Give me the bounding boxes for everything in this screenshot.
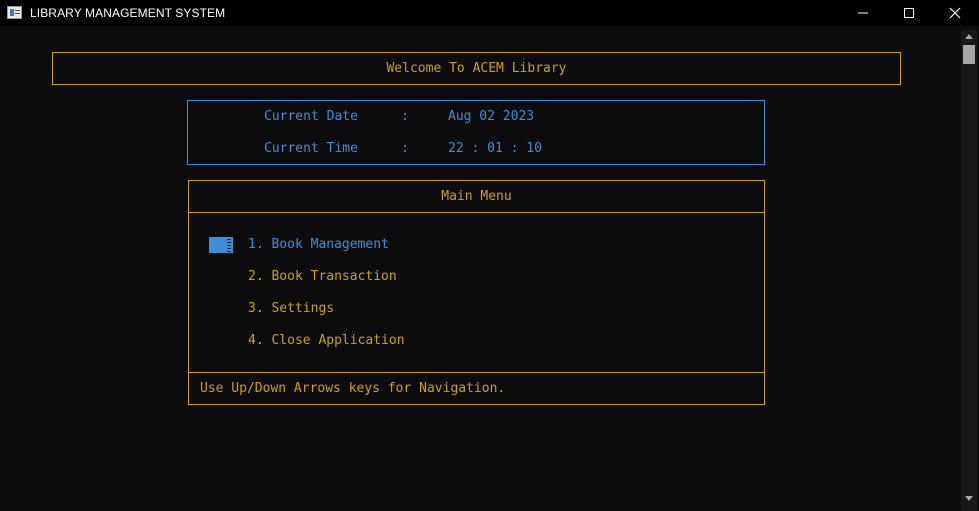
close-icon	[949, 7, 961, 19]
selection-cursor	[209, 237, 233, 253]
menu-item-close-application[interactable]: 4. Close Application	[248, 333, 405, 349]
scroll-up-arrow-icon[interactable]	[961, 30, 977, 44]
maximize-button[interactable]	[886, 0, 932, 26]
date-label: Current Date	[264, 109, 358, 124]
console-app-icon[interactable]	[7, 6, 22, 19]
close-button[interactable]	[932, 0, 978, 26]
maximize-icon	[904, 8, 914, 18]
vertical-scrollbar[interactable]	[961, 30, 977, 511]
time-separator: :	[401, 141, 409, 156]
welcome-banner: Welcome To ACEM Library	[52, 52, 901, 85]
menu-item-settings[interactable]: 3. Settings	[248, 301, 334, 317]
menu-header-divider	[189, 212, 764, 213]
datetime-panel: Current Date : Aug 02 2023 Current Time …	[187, 100, 765, 165]
minimize-icon	[858, 12, 868, 14]
main-menu-panel: Main Menu 1. Book Management 2. Book Tra…	[188, 180, 765, 405]
time-label: Current Time	[264, 141, 358, 156]
menu-title: Main Menu	[441, 189, 512, 204]
scroll-thumb[interactable]	[963, 45, 975, 64]
menu-item-book-transaction[interactable]: 2. Book Transaction	[248, 269, 397, 285]
welcome-text: Welcome To ACEM Library	[386, 61, 567, 76]
menu-item-book-management[interactable]: 1. Book Management	[248, 237, 389, 253]
date-value: Aug 02 2023	[448, 109, 535, 124]
title-bar[interactable]: LIBRARY MANAGEMENT SYSTEM	[0, 0, 979, 26]
date-separator: :	[401, 109, 409, 124]
time-value: 22 : 01 : 10	[448, 141, 542, 156]
minimize-button[interactable]	[840, 0, 886, 26]
window-title: LIBRARY MANAGEMENT SYSTEM	[30, 6, 226, 20]
scroll-down-arrow-icon[interactable]	[961, 491, 977, 505]
menu-footer-divider	[189, 372, 764, 373]
navigation-hint: Use Up/Down Arrows keys for Navigation.	[200, 381, 506, 396]
